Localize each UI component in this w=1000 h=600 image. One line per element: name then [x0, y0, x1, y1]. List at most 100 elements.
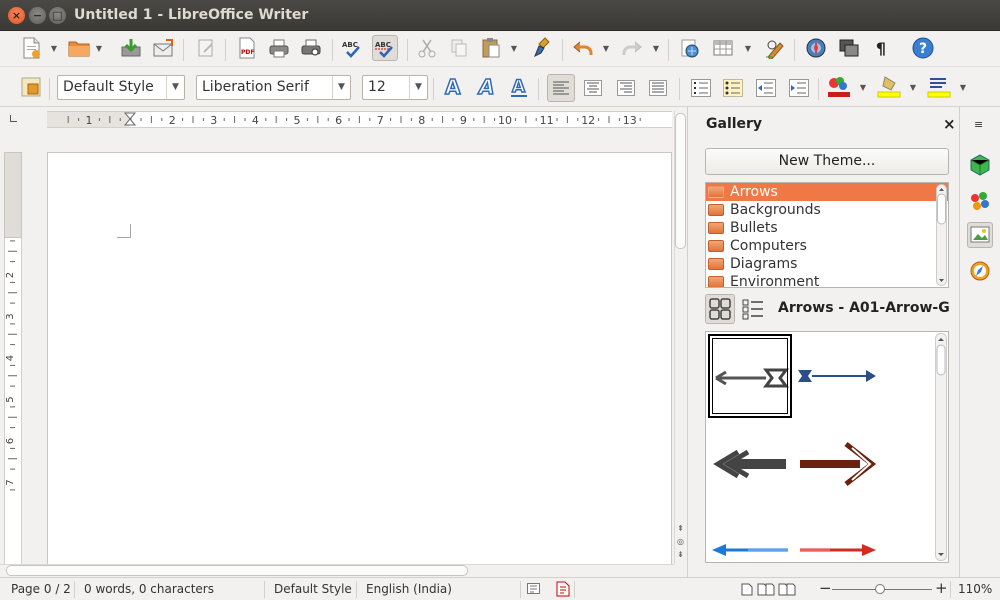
- chevron-down-icon[interactable]: ▼: [409, 76, 427, 99]
- navigator-icon[interactable]: [803, 35, 829, 61]
- underline-icon[interactable]: A: [506, 74, 532, 100]
- navigation-icon[interactable]: ◎: [675, 537, 686, 549]
- document-modified-icon[interactable]: [556, 581, 570, 600]
- italic-icon[interactable]: A: [473, 74, 499, 100]
- decrease-indent-icon[interactable]: [753, 75, 779, 101]
- zoom-out-button[interactable]: −: [819, 579, 832, 597]
- clone-formatting-icon[interactable]: [530, 35, 556, 61]
- horizontal-scrollbar-thumb[interactable]: [6, 565, 468, 576]
- font-color-dropdown-arrow[interactable]: ▼: [859, 74, 867, 100]
- new-dropdown-arrow[interactable]: ▼: [50, 35, 58, 61]
- bold-icon[interactable]: A: [440, 74, 466, 100]
- show-draw-functions-icon[interactable]: [762, 35, 788, 61]
- styles-icon[interactable]: [967, 188, 993, 214]
- copy-icon[interactable]: [446, 35, 472, 61]
- font-name-combo[interactable]: Liberation Serif ▼: [196, 75, 351, 100]
- theme-item-environment[interactable]: Environment: [706, 273, 948, 287]
- increase-indent-icon[interactable]: [786, 75, 812, 101]
- highlighting-dropdown-arrow[interactable]: ▼: [909, 74, 917, 100]
- gallery-items-view[interactable]: [705, 331, 949, 563]
- open-icon[interactable]: [66, 35, 92, 61]
- undo-dropdown-arrow[interactable]: ▼: [602, 35, 610, 61]
- background-color-dropdown-arrow[interactable]: ▼: [959, 74, 967, 100]
- maximize-window-button[interactable]: □: [49, 7, 66, 24]
- gallery-item[interactable]: [708, 424, 792, 508]
- close-window-button[interactable]: ×: [8, 7, 25, 24]
- spellcheck-icon[interactable]: ABC: [339, 35, 365, 61]
- redo-dropdown-arrow[interactable]: ▼: [652, 35, 660, 61]
- horizontal-ruler[interactable]: 112345678910111213: [47, 111, 672, 128]
- gallery-item-selected[interactable]: [708, 334, 792, 418]
- icon-view-button[interactable]: [705, 294, 735, 324]
- highlighting-icon[interactable]: [876, 74, 902, 100]
- hyperlink-icon[interactable]: [677, 35, 703, 61]
- background-color-icon[interactable]: [926, 74, 952, 100]
- export-pdf-icon[interactable]: PDF: [234, 35, 260, 61]
- language[interactable]: English (India): [366, 582, 452, 596]
- theme-list-scrollbar[interactable]: [936, 184, 947, 286]
- next-page-icon[interactable]: ⇟: [675, 550, 686, 562]
- font-size-combo[interactable]: 12 ▼: [362, 75, 428, 100]
- chevron-down-icon[interactable]: ▼: [332, 76, 350, 99]
- vertical-scrollbar-thumb[interactable]: [675, 113, 686, 249]
- minimize-window-button[interactable]: −: [29, 7, 46, 24]
- align-right-icon[interactable]: [613, 75, 639, 101]
- paste-icon[interactable]: [478, 35, 504, 61]
- page-style[interactable]: Default Style: [274, 582, 352, 596]
- table-dropdown-arrow[interactable]: ▼: [744, 35, 752, 61]
- gallery-item[interactable]: [708, 528, 792, 562]
- properties-icon[interactable]: [967, 152, 993, 178]
- save-icon[interactable]: [118, 35, 144, 61]
- chevron-down-icon[interactable]: ▼: [166, 76, 184, 99]
- theme-item-backgrounds[interactable]: Backgrounds: [706, 201, 948, 219]
- theme-item-diagrams[interactable]: Diagrams: [706, 255, 948, 273]
- align-left-icon[interactable]: [547, 74, 575, 102]
- close-icon[interactable]: ×: [943, 115, 956, 133]
- insert-mode-icon[interactable]: [527, 583, 541, 598]
- page-indicator[interactable]: Page 0 / 2: [11, 582, 71, 596]
- zoom-in-button[interactable]: +: [935, 579, 948, 597]
- undo-icon[interactable]: [570, 35, 596, 61]
- autospellcheck-icon[interactable]: ABC: [372, 35, 398, 61]
- gallery-item[interactable]: [796, 334, 880, 418]
- insert-table-icon[interactable]: [710, 35, 736, 61]
- new-theme-button[interactable]: New Theme...: [705, 148, 949, 175]
- print-icon[interactable]: [266, 35, 292, 61]
- theme-item-arrows[interactable]: Arrows: [706, 183, 948, 201]
- gallery-item[interactable]: [796, 528, 880, 562]
- numbering-icon[interactable]: [688, 75, 714, 101]
- theme-item-bullets[interactable]: Bullets: [706, 219, 948, 237]
- new-document-icon[interactable]: [18, 35, 44, 61]
- print-preview-icon[interactable]: [298, 35, 324, 61]
- cut-icon[interactable]: [414, 35, 440, 61]
- redo-icon[interactable]: [619, 35, 645, 61]
- gallery-view-scrollbar[interactable]: [935, 333, 947, 561]
- font-color-icon[interactable]: [826, 74, 852, 100]
- detailed-view-button[interactable]: [738, 294, 768, 324]
- gallery-icon[interactable]: [836, 35, 862, 61]
- edit-mode-icon[interactable]: [193, 35, 219, 61]
- help-icon[interactable]: ?: [910, 35, 936, 61]
- bullets-icon[interactable]: [720, 75, 746, 101]
- theme-list[interactable]: Arrows Backgrounds Bullets Computers Dia…: [705, 182, 949, 288]
- previous-page-icon[interactable]: ⇞: [675, 524, 686, 536]
- word-count[interactable]: 0 words, 0 characters: [84, 582, 214, 596]
- justify-icon[interactable]: [645, 75, 671, 101]
- email-icon[interactable]: [150, 35, 176, 61]
- theme-item-computers[interactable]: Computers: [706, 237, 948, 255]
- paragraph-style-combo[interactable]: Default Style ▼: [57, 75, 185, 100]
- align-center-icon[interactable]: [580, 75, 606, 101]
- open-dropdown-arrow[interactable]: ▼: [95, 35, 103, 61]
- tab-type-icon[interactable]: [10, 115, 17, 122]
- paste-dropdown-arrow[interactable]: ▼: [510, 35, 518, 61]
- navigator-tab-icon[interactable]: [967, 258, 993, 284]
- pilcrow-icon[interactable]: ¶: [868, 35, 894, 61]
- book-view-icon[interactable]: [778, 583, 796, 599]
- gallery-tab-icon[interactable]: [967, 222, 993, 248]
- document-page[interactable]: [47, 152, 672, 565]
- gallery-item[interactable]: [796, 424, 880, 508]
- single-page-view-icon[interactable]: [741, 583, 753, 599]
- zoom-slider-handle[interactable]: [875, 584, 885, 594]
- zoom-level[interactable]: 110%: [958, 582, 992, 596]
- sidebar-menu-icon[interactable]: ≡: [974, 118, 983, 131]
